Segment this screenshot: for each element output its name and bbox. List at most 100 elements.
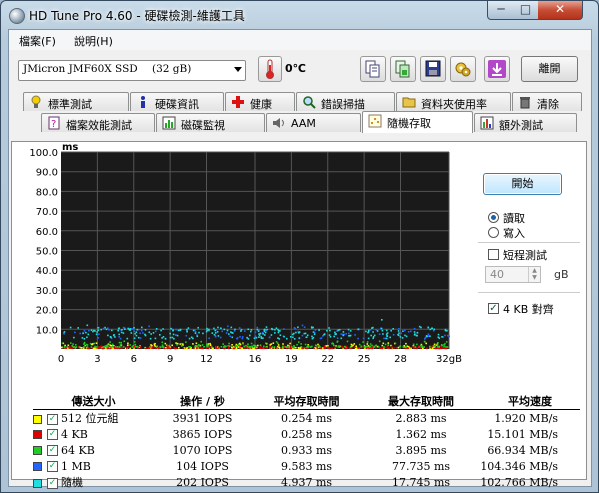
scatter-point [239,345,241,348]
menu-help[interactable]: 說明(H) [74,33,113,49]
scatter-point [263,347,265,350]
scatter-point [90,329,93,331]
scatter-point [171,336,174,339]
write-radio[interactable] [488,227,499,238]
tab-aam[interactable]: AAM [266,113,361,132]
scatter-point [98,333,100,335]
start-button[interactable]: 開始 [483,173,562,195]
toolbar: JMicron JMF60X SSD (32 gB) 0℃ 離開 [9,52,591,90]
scatter-point [220,327,222,329]
tab-extra-tests[interactable]: 額外測試 [474,113,577,132]
scatter-point [416,347,418,349]
tab-file-benchmark[interactable]: ? 檔案效能測試 [41,113,155,132]
scatter-point [68,347,71,349]
scatter-point [386,347,389,349]
tab-info[interactable]: 硬碟資訊 [130,92,224,111]
scatter-point [217,347,220,349]
minimize-button[interactable]: ─ [487,1,515,20]
scatter-point [269,347,271,349]
scatter-point [182,347,185,350]
align-4kb-checkbox[interactable]: ✓ [488,303,499,314]
scatter-point [118,333,120,336]
scatter-point [303,332,306,335]
series-checkbox[interactable]: ✓ [47,445,58,456]
download-button[interactable] [484,56,510,82]
scatter-point [205,347,207,350]
scatter-point [402,330,404,332]
scatter-point [144,334,147,337]
close-button[interactable]: ✕ [538,1,583,20]
spinner-arrows-icon[interactable]: ▲ ▼ [528,267,540,282]
scatter-point [438,347,440,350]
scatter-point [209,342,211,345]
scatter-point [384,343,387,346]
tab-health[interactable]: 健康 [225,92,295,111]
scatter-point [197,326,199,329]
scatter-point [255,344,257,347]
tab-disk-monitor[interactable]: 磁碟監視 [156,113,265,132]
avg-access-cell: 9.583 ms [280,459,333,473]
scatter-point [301,324,304,327]
series-checkbox[interactable]: ✓ [47,477,58,489]
y-axis-unit: ms [62,142,78,153]
scatter-point [64,344,66,347]
tab-benchmark[interactable]: 標準測試 [23,92,129,111]
scatter-point [447,334,449,337]
thermometer-button[interactable] [258,56,282,82]
series-checkbox[interactable]: ✓ [47,461,58,472]
scatter-point [260,337,263,339]
series-checkbox[interactable]: ✓ [47,429,58,440]
drive-select[interactable]: JMicron JMF60X SSD (32 gB) [18,60,246,81]
scatter-point [444,334,446,337]
series-checkbox[interactable]: ✓ [47,413,58,425]
scatter-point [217,335,220,337]
copy-text-button[interactable] [360,56,386,82]
scatter-point [347,328,350,331]
separator [478,292,580,293]
tab-error-scan[interactable]: 錯誤掃描 [296,92,395,111]
scatter-point [314,329,317,331]
scatter-point [438,345,440,348]
tab-label: 標準測試 [48,98,92,111]
scatter-point [259,344,262,346]
scatter-point [137,336,140,339]
tab-folder-usage[interactable]: 資料夾使用率 [396,92,511,111]
scatter-point [338,329,341,331]
scatter-point [137,328,140,331]
size-spinner[interactable]: 40 ▲ ▼ [485,266,541,283]
scatter-point [389,336,391,339]
app-window: HD Tune Pro 4.60 - 硬碟檢測-維護工具 ─ □ ✕ 檔案(F)… [0,0,599,493]
x-tick-label: 19 [285,354,298,365]
table-row: ✓ 1 MB 104 IOPS 9.583 ms 77.735 ms 104.346 MB… [33,458,580,474]
scatter-point [243,347,245,349]
scatter-point [344,345,346,348]
scatter-point [253,344,255,347]
title-bar[interactable]: HD Tune Pro 4.60 - 硬碟檢測-維護工具 ─ □ ✕ [1,1,598,29]
scatter-point [161,341,164,344]
avg-access-cell: 0.258 ms [280,427,333,441]
scatter-point [232,346,235,348]
scatter-point [159,334,161,336]
scatter-point [229,335,231,338]
app-icon[interactable] [9,8,25,24]
tab-random-access[interactable]: 隨機存取 [362,111,473,133]
exit-button[interactable]: 離開 [521,56,578,82]
menu-file[interactable]: 檔案(F) [19,33,56,49]
read-radio[interactable] [488,212,499,223]
save-button[interactable] [420,56,446,82]
tab-erase[interactable]: 清除 [512,92,582,111]
scatter-point [266,328,268,331]
scatter-point [242,342,244,345]
scatter-point [66,346,68,348]
short-test-checkbox[interactable] [488,249,499,260]
options-button[interactable] [450,56,476,82]
scatter-point [122,332,125,334]
scatter-point [286,337,288,340]
scatter-point [194,332,197,334]
ops-cell: 104 IOPS [176,459,229,473]
scatter-point [340,337,343,340]
copy-screenshot-button[interactable] [390,56,416,82]
scatter-point [385,346,387,348]
x-tick-label: 6 [131,354,137,365]
maximize-button[interactable]: □ [513,1,539,20]
